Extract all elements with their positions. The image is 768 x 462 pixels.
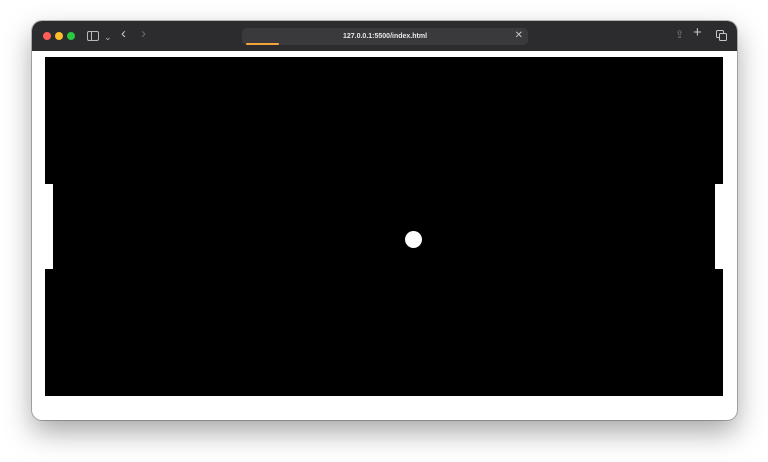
chevron-down-icon[interactable]: ⌄ <box>104 31 112 43</box>
share-icon[interactable]: ⇪ <box>675 29 684 41</box>
game-canvas[interactable] <box>45 57 723 396</box>
browser-toolbar: ⌄ ‹ › 127.0.0.1:5500/index.html ✕ ⇪ + <box>32 21 737 51</box>
new-tab-icon[interactable]: + <box>693 25 702 40</box>
tab-overview-icon[interactable] <box>716 30 727 41</box>
page-load-progress-bar <box>246 43 279 45</box>
right-paddle <box>715 184 723 269</box>
url-text: 127.0.0.1:5500/index.html <box>342 33 428 40</box>
zoom-window-button[interactable] <box>67 32 75 40</box>
back-arrow-icon[interactable]: ‹ <box>121 26 126 41</box>
stop-loading-icon[interactable]: ✕ <box>515 31 523 41</box>
minimize-window-button[interactable] <box>55 32 63 40</box>
address-bar[interactable]: 127.0.0.1:5500/index.html ✕ <box>242 28 528 45</box>
sidebar-icon[interactable] <box>87 31 99 41</box>
forward-arrow-icon[interactable]: › <box>141 26 146 41</box>
browser-window: ⌄ ‹ › 127.0.0.1:5500/index.html ✕ ⇪ + <box>32 21 737 420</box>
ball <box>405 231 422 248</box>
close-window-button[interactable] <box>43 32 51 40</box>
left-paddle <box>45 184 53 269</box>
